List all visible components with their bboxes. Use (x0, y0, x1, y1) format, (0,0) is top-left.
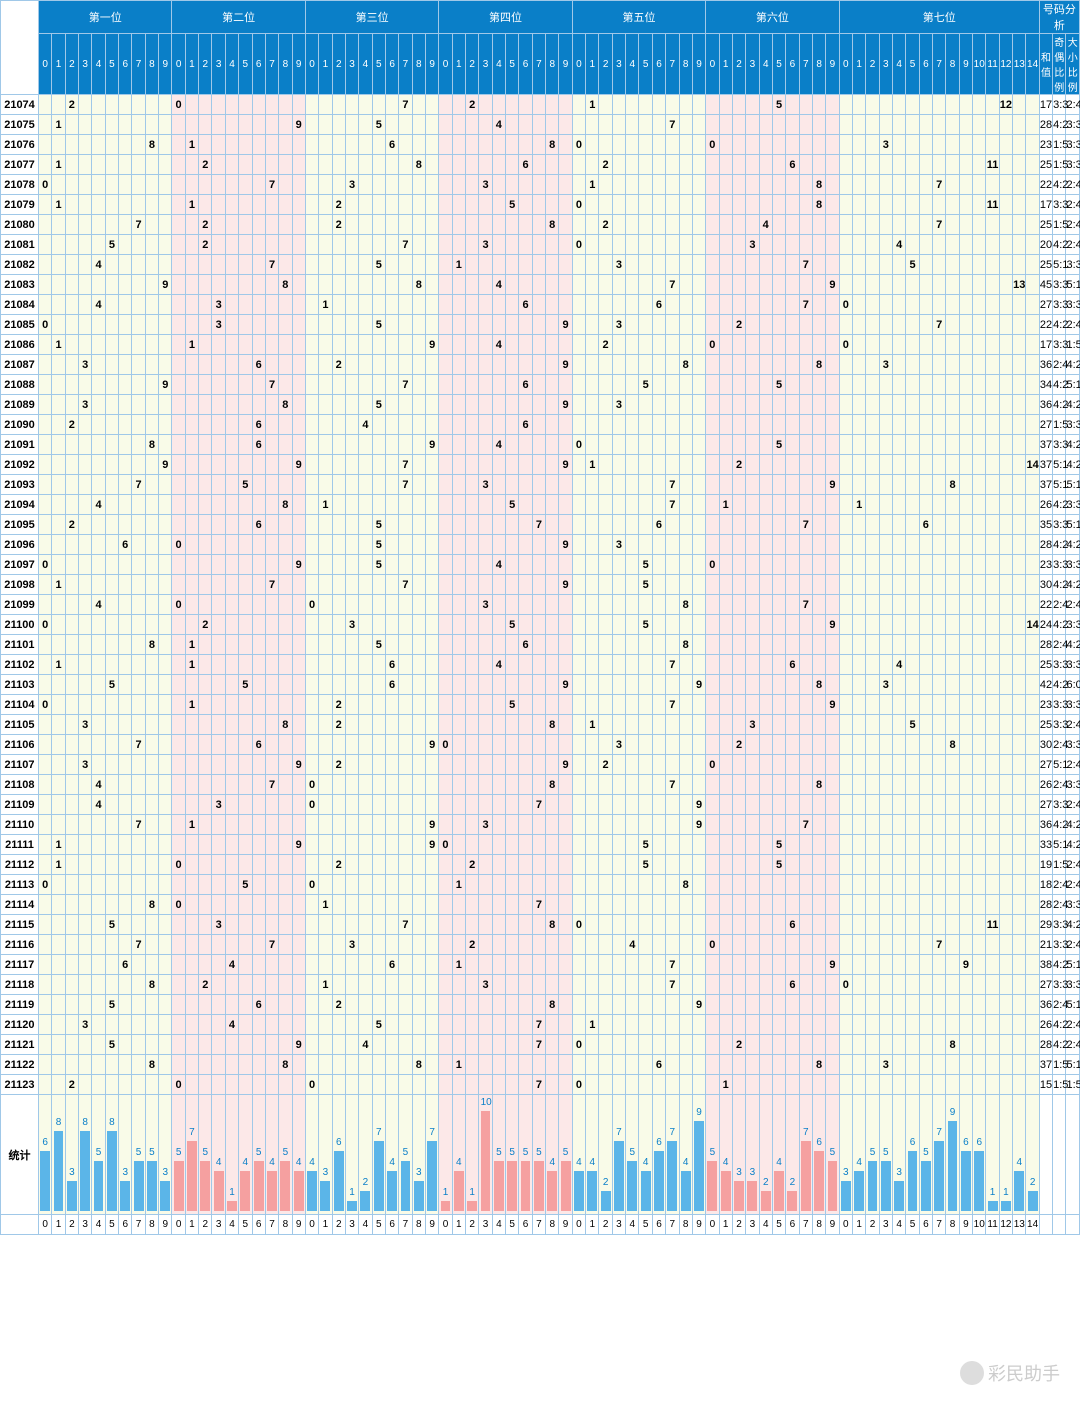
table-row: 210937573798375:15:1 (1, 475, 1080, 495)
lottery-trend-chart: { "header": { "period_label": "期数", "pos… (0, 0, 1080, 1235)
table-row: 210780733187224:22:4 (1, 175, 1080, 195)
table-row: 21108470878262:43:3 (1, 775, 1080, 795)
table-row: 211053828135253:32:4 (1, 715, 1080, 735)
table-row: 210944815711264:23:3 (1, 495, 1080, 515)
table-row: 2107420721512173:32:4 (1, 95, 1080, 115)
table-row: 211188213760273:33:3 (1, 975, 1080, 995)
table-row: 21097095450233:33:3 (1, 555, 1080, 575)
header-analysis: 号码分析 (1039, 1, 1079, 34)
table-row: 21091869405373:34:2 (1, 435, 1080, 455)
table-row: 210850359327224:22:4 (1, 315, 1080, 335)
table-row: 211021164764253:33:3 (1, 655, 1080, 675)
header-period: 期数 (1, 1, 39, 95)
table-row: 2108938593364:24:2 (1, 395, 1080, 415)
table-row: 21104012579233:33:3 (1, 695, 1080, 715)
table-row: 2107519547284:23:3 (1, 115, 1080, 135)
table-row: 210952657676353:35:1 (1, 515, 1080, 535)
stats-label: 统计 (1, 1095, 39, 1215)
table-body: 2107420721512173:32:42107519547284:23:32… (1, 95, 1080, 1095)
trend-table: 期数 第一位 第二位 第三位 第四位 第五位 第六位 第七位 号码分析 0123… (0, 0, 1080, 1235)
table-row: 211176461799384:25:1 (1, 955, 1080, 975)
table-row: 2107712862611251:53:3 (1, 155, 1080, 175)
table-row: 210844316670273:33:3 (1, 295, 1080, 315)
header-pos4: 第四位 (439, 1, 572, 34)
table-row: 210824751375255:13:3 (1, 255, 1080, 275)
table-row: 2110943079273:32:4 (1, 795, 1080, 815)
table-row: 2107911250811173:32:4 (1, 195, 1080, 215)
table-row: 2111553780611293:34:2 (1, 915, 1080, 935)
table-row: 21123200701151:51:5 (1, 1075, 1080, 1095)
table-row: 210815273034204:22:4 (1, 235, 1080, 255)
table-row: 2111305018182:42:4 (1, 875, 1080, 895)
header-pos5: 第五位 (572, 1, 705, 34)
table-row: 210807228247251:52:4 (1, 215, 1080, 235)
header-pos2: 第二位 (172, 1, 305, 34)
table-row: 21110719397364:24:2 (1, 815, 1080, 835)
table-row: 2109817795304:24:2 (1, 575, 1080, 595)
table-row: 211167732407213:32:4 (1, 935, 1080, 955)
header-pos3: 第三位 (305, 1, 438, 34)
table-row: 210873629883362:44:2 (1, 355, 1080, 375)
stats-row: 统计 6838583553575414545443612745371411055… (1, 1095, 1080, 1215)
table-row: 210902646271:53:3 (1, 415, 1080, 435)
header-pos1: 第一位 (39, 1, 172, 34)
header-pos6: 第六位 (706, 1, 839, 34)
table-row: 211215947028284:22:4 (1, 1035, 1080, 1055)
table-row: 21107392920275:12:4 (1, 755, 1080, 775)
table-row: 211148017282:43:3 (1, 895, 1080, 915)
table-row: 21099400387222:42:4 (1, 595, 1080, 615)
table-row: 2109299791214375:14:2 (1, 455, 1080, 475)
table-row: 2109660593284:24:2 (1, 535, 1080, 555)
table-row: 21088977655344:25:1 (1, 375, 1080, 395)
header-row-1: 期数 第一位 第二位 第三位 第四位 第五位 第六位 第七位 号码分析 (1, 1, 1080, 34)
table-row: 2111956289362:45:1 (1, 995, 1080, 1015)
table-row: 21111199055335:14:2 (1, 835, 1080, 855)
table-row: 2110002355914244:23:3 (1, 615, 1080, 635)
table-row: 210861194200173:31:5 (1, 335, 1080, 355)
table-row: 2108398847913453:35:1 (1, 275, 1080, 295)
table-row: 211228881683371:55:1 (1, 1055, 1080, 1075)
table-row: 211067690328302:43:3 (1, 735, 1080, 755)
table-row: 211035569983424:26:0 (1, 675, 1080, 695)
table-row: 210768168003231:53:3 (1, 135, 1080, 155)
footer-row: 0123456789012345678901234567890123456789… (1, 1215, 1080, 1235)
table-row: 2110181568282:44:2 (1, 635, 1080, 655)
header-row-2: 0123456789012345678901234567890123456789… (1, 34, 1080, 95)
table-row: 2112034571264:22:4 (1, 1015, 1080, 1035)
table-row: 21112102255191:52:4 (1, 855, 1080, 875)
header-pos7: 第七位 (839, 1, 1039, 34)
